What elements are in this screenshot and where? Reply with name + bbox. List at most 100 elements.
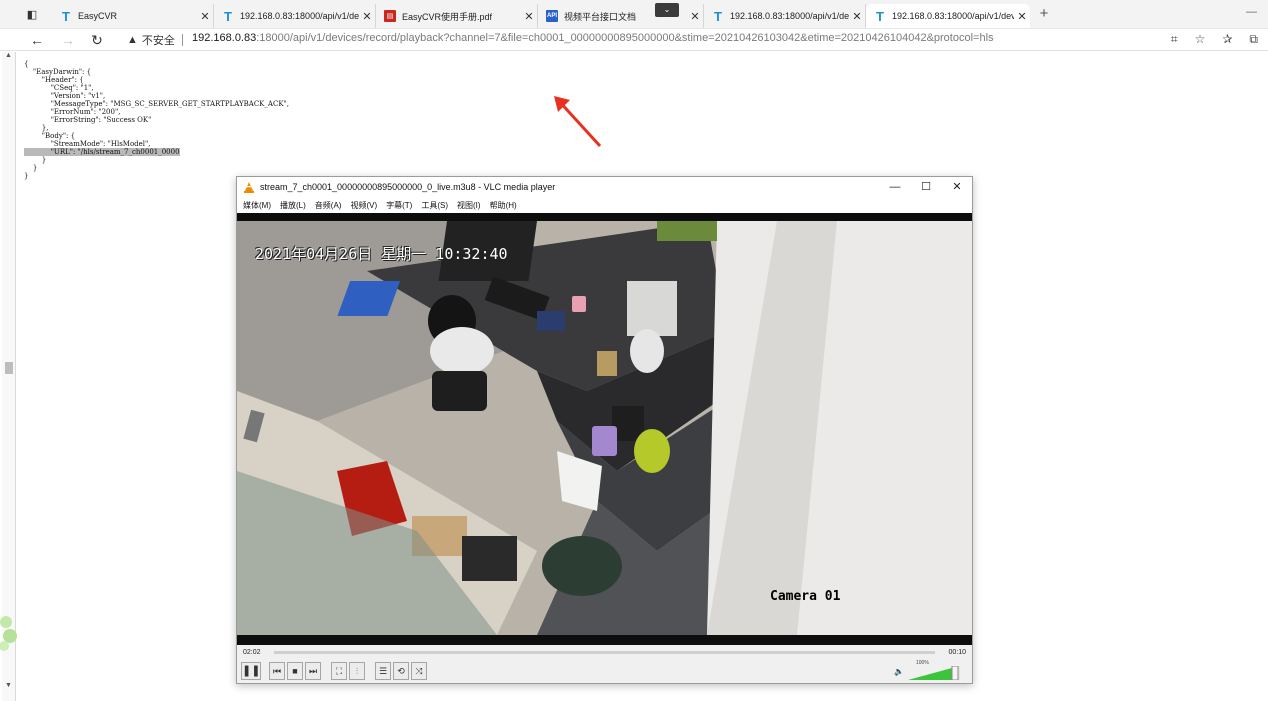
forward-button[interactable]: →: [59, 31, 77, 49]
seek-track[interactable]: [274, 651, 935, 654]
scroll-thumb[interactable]: [5, 362, 13, 374]
security-label: 不安全: [141, 35, 175, 47]
tab-strip: ◧ T EasyCVR ✕ T 192.168.0.83:18000/api/v…: [0, 0, 1268, 29]
tab-api-1[interactable]: T 192.168.0.83:18000/api/v1/devic ✕: [214, 4, 376, 28]
tab-api-active[interactable]: T 192.168.0.83:18000/api/v1/devic ✕: [866, 4, 1030, 28]
address-divider: [182, 34, 183, 46]
close-tab-icon[interactable]: ✕: [197, 10, 213, 23]
close-tab-icon[interactable]: ✕: [849, 10, 865, 23]
easycvr-icon: T: [224, 8, 232, 24]
vlc-minimize-icon[interactable]: —: [888, 180, 902, 194]
menu-audio[interactable]: 音频(A): [315, 200, 342, 211]
url-host: 192.168.0.83: [192, 32, 257, 44]
back-button[interactable]: ←: [28, 31, 46, 49]
menu-subtitle[interactable]: 字幕(T): [386, 200, 412, 211]
speaker-icon[interactable]: 🔈: [894, 667, 904, 676]
close-tab-icon[interactable]: ✕: [687, 10, 703, 23]
security-indicator[interactable]: ▲ 不安全: [127, 32, 175, 48]
tab-api-docs[interactable]: API 视频平台接口文档 ✕: [538, 4, 704, 28]
api-icon: API: [546, 10, 558, 22]
json-line: }: [24, 164, 38, 172]
playlist-icon[interactable]: ☰: [375, 662, 391, 680]
osd-datetime: 2021年04月26日 星期一 10:32:40: [255, 245, 508, 263]
vlc-window[interactable]: stream_7_ch0001_00000000895000000_0_live…: [236, 176, 973, 684]
browser-window: ◧ T EasyCVR ✕ T 192.168.0.83:18000/api/v…: [0, 0, 1268, 701]
vlc-title-bar[interactable]: stream_7_ch0001_00000000895000000_0_live…: [237, 177, 972, 197]
add-favorite-icon[interactable]: ☆: [1195, 32, 1206, 47]
pause-icon[interactable]: ❚❚: [241, 662, 261, 680]
time-total: 00:10: [948, 649, 966, 656]
time-elapsed: 02:02: [243, 649, 261, 656]
collections-icon[interactable]: ⧉: [1249, 32, 1258, 47]
red-arrow-annotation-icon: [554, 96, 602, 148]
tab-actions-icon[interactable]: ◧: [22, 6, 42, 22]
menu-media[interactable]: 媒体(M): [243, 200, 271, 211]
qr-code-icon[interactable]: ⌗: [1171, 32, 1178, 47]
close-tab-icon[interactable]: ✕: [1014, 10, 1030, 23]
vlc-close-icon[interactable]: ✕: [950, 180, 964, 194]
clover-decoration-icon: [0, 616, 17, 651]
minimize-icon[interactable]: —: [1246, 6, 1257, 18]
menu-tools[interactable]: 工具(S): [421, 200, 448, 211]
json-response: { "EasyDarwin": { "Header": { "CSeq": "1…: [24, 60, 289, 180]
shuffle-icon[interactable]: ⤨: [411, 662, 427, 680]
new-tab-button[interactable]: +: [1036, 6, 1052, 22]
menu-video[interactable]: 视频(V): [350, 200, 377, 211]
json-line: "EasyDarwin": {: [24, 68, 92, 76]
toolbar-icons: ⌗ ☆ ✰ ⧉: [1171, 32, 1258, 47]
tab-title: 192.168.0.83:18000/api/v1/devic: [730, 11, 849, 21]
tab-title: EasyCVR: [78, 11, 118, 21]
stop-icon[interactable]: ■: [287, 662, 303, 680]
easycvr-icon: T: [876, 8, 884, 24]
close-tab-icon[interactable]: ✕: [359, 10, 375, 23]
json-line: },: [24, 124, 49, 132]
tab-pdf[interactable]: ▤ EasyCVR使用手册.pdf ✕: [376, 4, 538, 28]
cctv-frame-image: [237, 221, 972, 635]
json-line: "Body": {: [24, 132, 76, 140]
chevron-down-icon[interactable]: ⌄: [655, 3, 679, 17]
pdf-icon: ▤: [384, 10, 396, 22]
menu-help[interactable]: 帮助(H): [490, 200, 517, 211]
vlc-title: stream_7_ch0001_00000000895000000_0_live…: [260, 182, 556, 192]
json-line: "MessageType": "MSG_SC_SERVER_GET_STARTP…: [24, 100, 289, 108]
vlc-cone-icon: [244, 182, 254, 193]
json-line-url[interactable]: "URL": "/hls/stream_7_ch0001_0000: [24, 148, 180, 156]
vlc-video-area[interactable]: 2021年04月26日 星期一 10:32:40 Camera 01: [237, 213, 972, 645]
next-icon[interactable]: ⏭: [305, 662, 321, 680]
vlc-maximize-icon[interactable]: ☐: [919, 180, 933, 194]
json-line: "ErrorString": "Success OK": [24, 116, 152, 124]
tab-title: 192.168.0.83:18000/api/v1/devic: [892, 11, 1014, 21]
vlc-menu-bar: 媒体(M) 播放(L) 音频(A) 视频(V) 字幕(T) 工具(S) 视图(I…: [237, 197, 972, 213]
menu-view[interactable]: 视图(I): [457, 200, 481, 211]
json-line: "Header": {: [24, 76, 84, 84]
close-tab-icon[interactable]: ✕: [521, 10, 537, 23]
url-path: :18000/api/v1/devices/record/playback?ch…: [256, 32, 994, 44]
easycvr-icon: T: [714, 8, 722, 24]
easycvr-icon: T: [62, 8, 70, 24]
scroll-down-icon[interactable]: ▼: [5, 682, 12, 689]
json-line: {: [24, 60, 29, 68]
scroll-up-icon[interactable]: ▲: [5, 52, 12, 59]
json-line: "StreamMode": "HlsModel",: [24, 140, 151, 148]
tab-api-2[interactable]: T 192.168.0.83:18000/api/v1/devic ✕: [704, 4, 866, 28]
extended-settings-icon[interactable]: ⫶: [349, 662, 365, 680]
menu-playback[interactable]: 播放(L): [280, 200, 306, 211]
fullscreen-icon[interactable]: ⛶: [331, 662, 347, 680]
loop-icon[interactable]: ⟲: [393, 662, 409, 680]
navigation-bar: ← → ↻ ▲ 不安全 192.168.0.83:18000/api/v1/de…: [0, 29, 1268, 51]
tab-easycvr[interactable]: T EasyCVR ✕: [52, 4, 214, 28]
tab-title: EasyCVR使用手册.pdf: [402, 11, 493, 22]
volume-slider[interactable]: [908, 666, 960, 680]
json-line: "CSeq": "1",: [24, 84, 94, 92]
json-line: "ErrorNum": "200",: [24, 108, 121, 116]
refresh-button[interactable]: ↻: [88, 31, 106, 49]
previous-icon[interactable]: ⏮: [269, 662, 285, 680]
address-bar[interactable]: 192.168.0.83:18000/api/v1/devices/record…: [192, 32, 994, 44]
page-scrollbar[interactable]: ▲ ▼: [2, 52, 16, 701]
warning-icon: ▲: [127, 34, 138, 46]
vlc-seek-bar[interactable]: 02:02 00:10: [237, 645, 972, 659]
json-line: "Version": "v1",: [24, 92, 106, 100]
favorites-icon[interactable]: ✰: [1222, 32, 1232, 47]
vlc-controls: ❚❚ ⏮ ■ ⏭ ⛶ ⫶ ☰ ⟲ ⤨ 🔈 100%: [237, 659, 972, 683]
tab-title: 192.168.0.83:18000/api/v1/devic: [240, 11, 359, 21]
